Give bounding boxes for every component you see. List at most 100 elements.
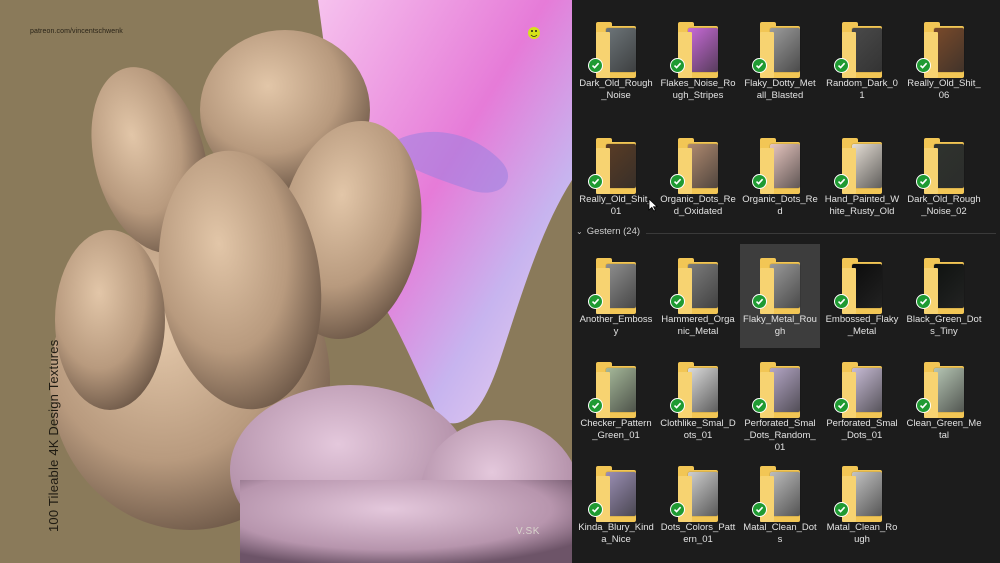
sync-check-icon [752, 174, 767, 189]
sync-check-icon [752, 398, 767, 413]
folder-label: Really_Old_Shit_06 [907, 78, 981, 101]
folder-item[interactable]: Really_Old_Shit_01 [576, 124, 656, 228]
texture-thumbnail [934, 368, 964, 412]
sync-check-icon [834, 174, 849, 189]
sync-check-icon [588, 294, 603, 309]
folder-label: Embossed_Flaky_Metal [825, 314, 899, 337]
sync-check-icon [588, 502, 603, 517]
patreon-url: patreon.com/vincentschwenk [30, 28, 123, 35]
folder-item[interactable]: Random_Dark_01 [822, 8, 902, 112]
folder-item[interactable]: Checker_Pattern_Green_01 [576, 348, 656, 452]
texture-thumbnail [606, 472, 636, 516]
folder-item[interactable]: Perforated_Smal_Dots_Random_01 [740, 348, 820, 453]
folder-item[interactable]: Embossed_Flaky_Metal [822, 244, 902, 348]
folder-label: Really_Old_Shit_01 [579, 194, 653, 217]
sync-check-icon [588, 398, 603, 413]
sync-check-icon [670, 174, 685, 189]
folder-grid-bottom: Another_Embossy Hammered_Organic_Metal Fla… [576, 244, 986, 556]
folder-label: Flaky_Metal_Rough [743, 314, 817, 337]
texture-thumbnail [852, 472, 882, 516]
sync-check-icon [670, 502, 685, 517]
texture-thumbnail [688, 368, 718, 412]
texture-thumbnail [852, 144, 882, 188]
folder-item[interactable]: Matal_Clean_Rough [822, 452, 902, 556]
artwork-panel: patreon.com/vincentschwenk 100 Tileable … [0, 0, 572, 563]
folder-label: Dots_Colors_Pattern_01 [660, 522, 736, 545]
folder-label: Organic_Dots_Red [742, 194, 818, 217]
group-header-yesterday[interactable]: ⌄ Gestern (24) [576, 226, 640, 237]
folder-label: Black_Green_Dots_Tiny [906, 314, 982, 337]
folder-label: Hand_Painted_White_Rusty_Old [824, 194, 900, 217]
texture-thumbnail [688, 28, 718, 72]
texture-thumbnail [934, 264, 964, 308]
folder-label: Matal_Clean_Dots [743, 522, 817, 545]
sync-check-icon [916, 174, 931, 189]
texture-thumbnail [770, 144, 800, 188]
folder-item[interactable]: Dark_Old_Rough_Noise [576, 8, 656, 112]
sync-check-icon [916, 294, 931, 309]
sync-check-icon [752, 58, 767, 73]
artwork-title: 100 Tileable 4K Design Textures [46, 339, 61, 532]
texture-thumbnail [770, 368, 800, 412]
sculpture-render [50, 0, 572, 563]
explorer-top-edge [572, 0, 1000, 6]
folder-item[interactable]: Really_Old_Shit_06 [904, 8, 984, 112]
sync-check-icon [834, 502, 849, 517]
mouse-cursor-icon [648, 198, 658, 212]
sync-check-icon [670, 398, 685, 413]
folder-item[interactable]: Matal_Clean_Dots [740, 452, 820, 556]
texture-thumbnail [934, 144, 964, 188]
folder-item[interactable]: Kinda_Blury_Kinda_Nice [576, 452, 656, 556]
folder-item[interactable]: Flaky_Dotty_Metall_Blasted [740, 8, 820, 112]
folder-label: Kinda_Blury_Kinda_Nice [578, 522, 654, 545]
texture-thumbnail [688, 144, 718, 188]
folder-item[interactable]: Hand_Painted_White_Rusty_Old [822, 124, 902, 228]
folder-item[interactable]: Flaky_Metal_Rough [740, 244, 820, 348]
folder-item[interactable]: Dots_Colors_Pattern_01 [658, 452, 738, 556]
folder-item[interactable]: Perforated_Smal_Dots_01 [822, 348, 902, 452]
folder-label: Flaky_Dotty_Metall_Blasted [744, 78, 816, 101]
texture-thumbnail [852, 28, 882, 72]
texture-thumbnail [606, 368, 636, 412]
artist-signature: V.SK [516, 526, 540, 537]
folder-label: Random_Dark_01 [826, 78, 898, 101]
texture-thumbnail [606, 28, 636, 72]
folder-label: Clean_Green_Metal [906, 418, 982, 441]
texture-thumbnail [852, 368, 882, 412]
folder-grid-top: Dark_Old_Rough_Noise Flakes_Noise_Rough_S… [576, 8, 986, 228]
folder-label: Dark_Old_Rough_Noise_02 [907, 194, 981, 217]
folder-label: Clothlike_Smal_Dots_01 [660, 418, 736, 441]
folder-item[interactable]: Organic_Dots_Red_Oxidated [658, 124, 738, 228]
sync-check-icon [834, 294, 849, 309]
folder-label: Matal_Clean_Rough [826, 522, 898, 545]
folder-label: Perforated_Smal_Dots_01 [826, 418, 898, 441]
chevron-down-icon: ⌄ [576, 227, 583, 236]
sync-check-icon [670, 58, 685, 73]
folder-item[interactable]: Clean_Green_Metal [904, 348, 984, 452]
group-divider [646, 233, 996, 234]
folder-item[interactable]: Organic_Dots_Red [740, 124, 820, 228]
sync-check-icon [588, 174, 603, 189]
sync-check-icon [834, 58, 849, 73]
folder-item[interactable]: Black_Green_Dots_Tiny [904, 244, 984, 348]
folder-item[interactable]: Another_Embossy [576, 244, 656, 348]
texture-thumbnail [688, 472, 718, 516]
folder-item[interactable]: Flakes_Noise_Rough_Stripes [658, 8, 738, 112]
file-explorer: Dark_Old_Rough_Noise Flakes_Noise_Rough_S… [572, 0, 1000, 563]
sync-check-icon [752, 502, 767, 517]
folder-label: Checker_Pattern_Green_01 [580, 418, 652, 441]
folder-item[interactable]: Hammered_Organic_Metal [658, 244, 738, 348]
group-label: Gestern (24) [586, 226, 641, 237]
folder-label: Perforated_Smal_Dots_Random_01 [744, 418, 816, 453]
sync-check-icon [752, 294, 767, 309]
folder-label: Hammered_Organic_Metal [661, 314, 735, 337]
folder-item[interactable]: Clothlike_Smal_Dots_01 [658, 348, 738, 452]
texture-thumbnail [770, 264, 800, 308]
sync-check-icon [916, 58, 931, 73]
folder-item[interactable]: Dark_Old_Rough_Noise_02 [904, 124, 984, 228]
texture-thumbnail [688, 264, 718, 308]
folder-label: Another_Embossy [579, 314, 653, 337]
texture-thumbnail [770, 472, 800, 516]
texture-thumbnail [606, 264, 636, 308]
sync-check-icon [588, 58, 603, 73]
